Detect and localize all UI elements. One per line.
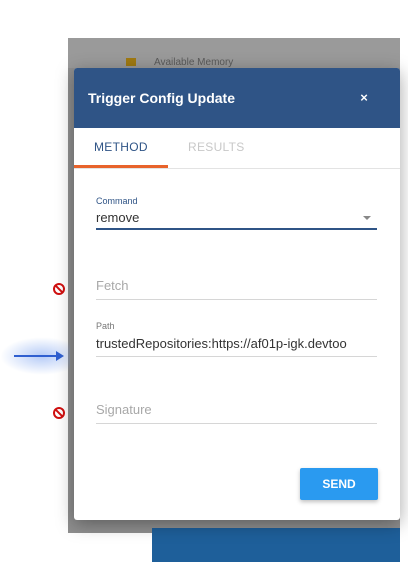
command-value: remove [96, 210, 140, 225]
pointer-arrow-icon [14, 355, 58, 357]
send-button[interactable]: SEND [300, 468, 378, 500]
memory-legend-swatch [126, 58, 136, 66]
fetch-field[interactable] [96, 278, 377, 300]
command-select[interactable]: Command remove [96, 196, 377, 230]
signature-input[interactable] [96, 402, 377, 424]
pointer-arrow-head-icon [56, 351, 64, 361]
background-topbar [68, 38, 400, 68]
path-field[interactable]: Path trustedRepositories:https://af01p-i… [96, 321, 377, 357]
command-select-value[interactable]: remove [96, 210, 377, 230]
tab-bar: METHOD RESULTS [74, 128, 400, 169]
path-label: Path [96, 321, 115, 331]
background-legend-label: Available Memory [154, 57, 234, 68]
active-tab-indicator [74, 165, 168, 168]
path-input[interactable]: trustedRepositories:https://af01p-igk.de… [96, 336, 377, 357]
signature-field[interactable] [96, 402, 377, 424]
trigger-config-dialog: Trigger Config Update × METHOD RESULTS C… [74, 68, 400, 520]
dropdown-caret-icon[interactable] [363, 216, 371, 220]
close-icon[interactable]: × [354, 88, 374, 108]
background-button [152, 528, 400, 562]
fetch-input[interactable] [96, 278, 377, 300]
no-entry-icon [53, 407, 65, 419]
tab-results[interactable]: RESULTS [188, 140, 245, 154]
command-label: Command [96, 196, 138, 206]
tab-method[interactable]: METHOD [94, 140, 148, 154]
dialog-header: Trigger Config Update × [74, 68, 400, 128]
no-entry-icon [53, 283, 65, 295]
dialog-title: Trigger Config Update [88, 90, 235, 106]
